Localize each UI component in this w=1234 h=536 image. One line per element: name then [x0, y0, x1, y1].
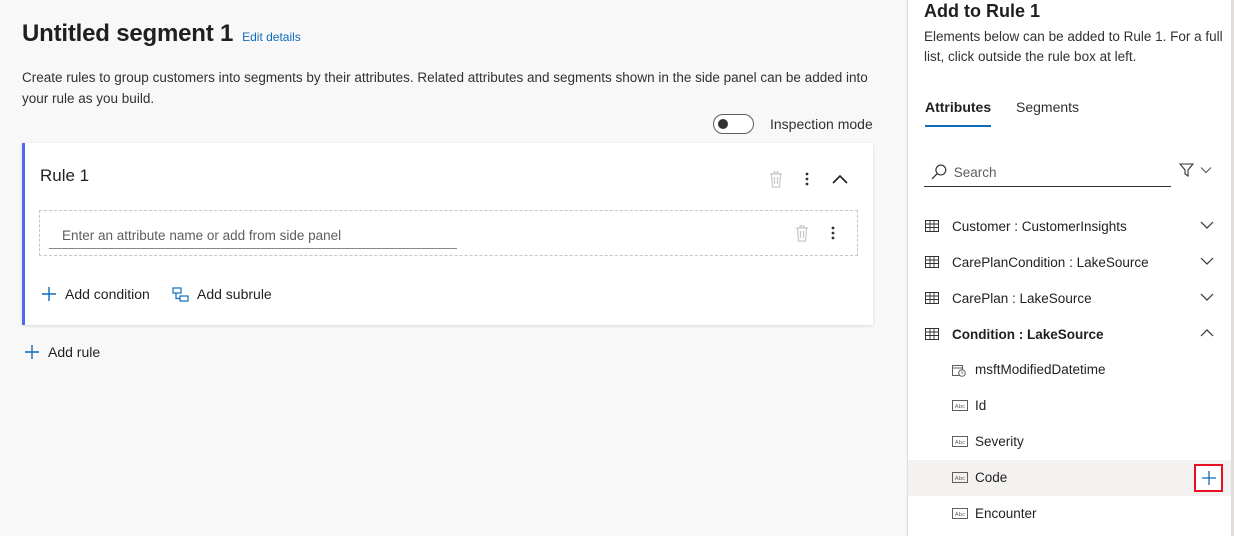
add-condition-button[interactable]: Add condition — [41, 286, 150, 302]
add-subrule-label: Add subrule — [197, 286, 272, 302]
attribute-label: Severity — [975, 434, 1024, 449]
entity-label: Customer : CustomerInsights — [952, 218, 1127, 234]
delete-rule-button[interactable] — [767, 169, 785, 189]
toggle-knob — [718, 119, 728, 129]
tab-attributes[interactable]: Attributes — [925, 99, 992, 127]
segment-builder: Untitled segment 1 Edit details Create r… — [0, 0, 906, 536]
side-panel-title: Add to Rule 1 — [924, 1, 1040, 21]
entity-customer[interactable]: Customer : CustomerInsights — [908, 208, 1232, 244]
attribute-name-input[interactable] — [49, 223, 457, 249]
entity-label: CarePlanCondition : LakeSource — [952, 254, 1149, 270]
attribute-severity[interactable]: Abc Severity — [908, 424, 1232, 460]
delete-condition-button[interactable] — [793, 223, 811, 243]
entity-careplancondition[interactable]: CarePlanCondition : LakeSource — [908, 244, 1232, 280]
add-subrule-button[interactable]: Add subrule — [172, 286, 272, 302]
add-condition-label: Add condition — [65, 286, 150, 302]
entity-label: Condition : LakeSource — [952, 326, 1104, 342]
table-icon — [925, 220, 939, 232]
table-icon — [925, 292, 939, 304]
text-field-icon: Abc — [952, 472, 968, 483]
plus-icon — [42, 287, 56, 301]
chevron-down-icon — [1200, 167, 1212, 174]
search-field — [924, 158, 1171, 187]
add-rule-label: Add rule — [48, 344, 101, 360]
attribute-label: Code — [975, 470, 1008, 485]
table-icon — [925, 256, 939, 268]
plus-icon — [25, 345, 39, 359]
attribute-id[interactable]: Abc Id — [908, 388, 1232, 424]
inspection-mode-label: Inspection mode — [770, 116, 873, 132]
text-field-icon: Abc — [952, 436, 968, 447]
more-vertical-icon — [831, 226, 835, 240]
more-vertical-icon — [805, 172, 809, 186]
rule-card[interactable]: Rule 1 Add condition Add subrule — [22, 143, 873, 325]
rule-more-options-button[interactable] — [799, 169, 815, 189]
attribute-code[interactable]: Abc Code — [908, 460, 1232, 496]
chevron-down-icon — [1200, 293, 1214, 301]
svg-text:Abc: Abc — [955, 512, 965, 518]
condition-row — [39, 210, 858, 256]
inspection-mode-control: Inspection mode — [713, 114, 873, 134]
side-panel-description: Elements below can be added to Rule 1. F… — [924, 29, 1223, 64]
trash-icon — [770, 170, 782, 188]
svg-text:Abc: Abc — [955, 440, 965, 446]
datetime-icon — [952, 365, 966, 377]
entity-label: CarePlan : LakeSource — [952, 290, 1092, 306]
inspection-mode-toggle[interactable] — [713, 114, 754, 134]
table-icon — [925, 328, 939, 340]
search-icon — [931, 164, 947, 180]
add-attribute-to-rule-button[interactable] — [1194, 464, 1223, 492]
plus-icon — [1201, 471, 1216, 485]
condition-more-options-button[interactable] — [826, 223, 840, 243]
collapse-rule-button[interactable] — [829, 169, 851, 189]
attribute-label: Encounter — [975, 506, 1037, 521]
svg-text:Abc: Abc — [955, 404, 965, 410]
svg-text:Abc: Abc — [955, 476, 965, 482]
side-panel: Add to Rule 1 Elements below can be adde… — [907, 0, 1232, 536]
chevron-up-icon — [832, 174, 848, 184]
entity-condition[interactable]: Condition : LakeSource — [908, 316, 1232, 352]
edit-details-link[interactable]: Edit details — [242, 30, 301, 44]
trash-icon — [796, 224, 808, 242]
attribute-encounter[interactable]: Abc Encounter — [908, 496, 1232, 532]
attribute-msftmodifieddatetime[interactable]: msftModifiedDatetime — [908, 352, 1232, 388]
text-field-icon: Abc — [952, 400, 968, 411]
chevron-up-icon — [1200, 329, 1214, 337]
attribute-label: Id — [975, 398, 987, 413]
text-field-icon: Abc — [952, 508, 968, 519]
search-input[interactable] — [953, 164, 1171, 180]
chevron-down-icon — [1200, 221, 1214, 229]
title-row: Untitled segment 1 Edit details — [22, 20, 301, 48]
filter-button[interactable] — [1179, 163, 1212, 177]
page-description: Create rules to group customers into seg… — [22, 70, 868, 106]
add-rule-button[interactable]: Add rule — [24, 344, 100, 360]
entity-careplan[interactable]: CarePlan : LakeSource — [908, 280, 1232, 316]
page-title: Untitled segment 1 — [22, 20, 234, 47]
filter-icon — [1179, 163, 1194, 177]
subrule-icon — [172, 286, 189, 302]
chevron-down-icon — [1200, 257, 1214, 265]
attribute-label: msftModifiedDatetime — [975, 362, 1106, 377]
tab-segments[interactable]: Segments — [1016, 99, 1079, 125]
rule-title: Rule 1 — [40, 166, 90, 185]
